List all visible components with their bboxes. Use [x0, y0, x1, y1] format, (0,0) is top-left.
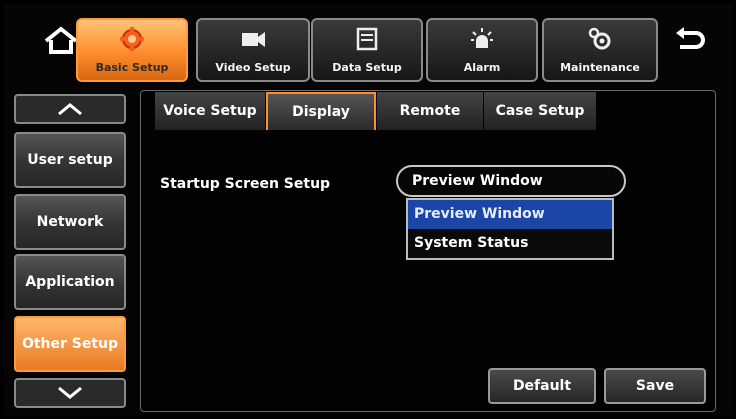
sidebar-item-label: Application	[25, 274, 115, 290]
tab-label: Alarm	[463, 61, 501, 74]
subtab-label: Case Setup	[495, 103, 585, 119]
tab-label: Video Setup	[215, 61, 291, 74]
startup-screen-label: Startup Screen Setup	[160, 176, 331, 192]
tab-case-setup[interactable]: Case Setup	[484, 92, 596, 130]
default-button[interactable]: Default	[488, 368, 596, 404]
video-camera-icon	[242, 32, 265, 47]
option-preview-window[interactable]: Preview Window	[408, 200, 612, 229]
back-button[interactable]	[668, 24, 710, 58]
tab-video-setup[interactable]: Video Setup	[196, 18, 310, 82]
save-button[interactable]: Save	[604, 368, 706, 404]
sidebar-scroll-up-button[interactable]	[14, 94, 126, 124]
subtab-label: Voice Setup	[163, 103, 257, 119]
sidebar-item-application[interactable]: Application	[14, 254, 126, 310]
sidebar-item-user-setup[interactable]: User setup	[14, 132, 126, 188]
tab-label: Maintenance	[560, 61, 640, 74]
tab-basic-setup[interactable]: Basic Setup	[76, 18, 188, 82]
alarm-icon	[471, 28, 493, 48]
maintenance-gears-icon	[588, 27, 611, 50]
gear-icon	[120, 27, 144, 51]
option-system-status[interactable]: System Status	[408, 229, 612, 258]
tab-label: Data Setup	[332, 61, 402, 74]
chevron-up-icon	[58, 103, 82, 116]
sidebar-item-label: User setup	[27, 152, 113, 168]
tab-label: Basic Setup	[95, 61, 169, 74]
storage-icon	[356, 27, 378, 51]
sidebar-item-network[interactable]: Network	[14, 194, 126, 250]
sidebar-item-label: Network	[36, 214, 104, 230]
back-arrow-icon	[676, 27, 705, 49]
startup-screen-dropdown: Preview Window System Status	[406, 198, 614, 260]
save-button-label: Save	[635, 378, 675, 394]
tab-data-setup[interactable]: Data Setup	[311, 18, 423, 82]
default-button-label: Default	[512, 378, 572, 394]
tab-remote[interactable]: Remote	[377, 92, 483, 130]
tab-voice-setup[interactable]: Voice Setup	[155, 92, 265, 130]
subtab-label: Display	[292, 104, 350, 120]
tab-display[interactable]: Display	[266, 92, 376, 130]
tab-alarm[interactable]: Alarm	[426, 18, 538, 82]
subtab-label: Remote	[399, 103, 461, 119]
sidebar-item-label: Other Setup	[21, 336, 119, 352]
tab-maintenance[interactable]: Maintenance	[542, 18, 658, 82]
chevron-down-icon	[58, 386, 82, 399]
sidebar-item-other-setup[interactable]: Other Setup	[14, 316, 126, 372]
startup-screen-select[interactable]: Preview Window	[396, 165, 626, 197]
sidebar-scroll-down-button[interactable]	[14, 378, 126, 408]
